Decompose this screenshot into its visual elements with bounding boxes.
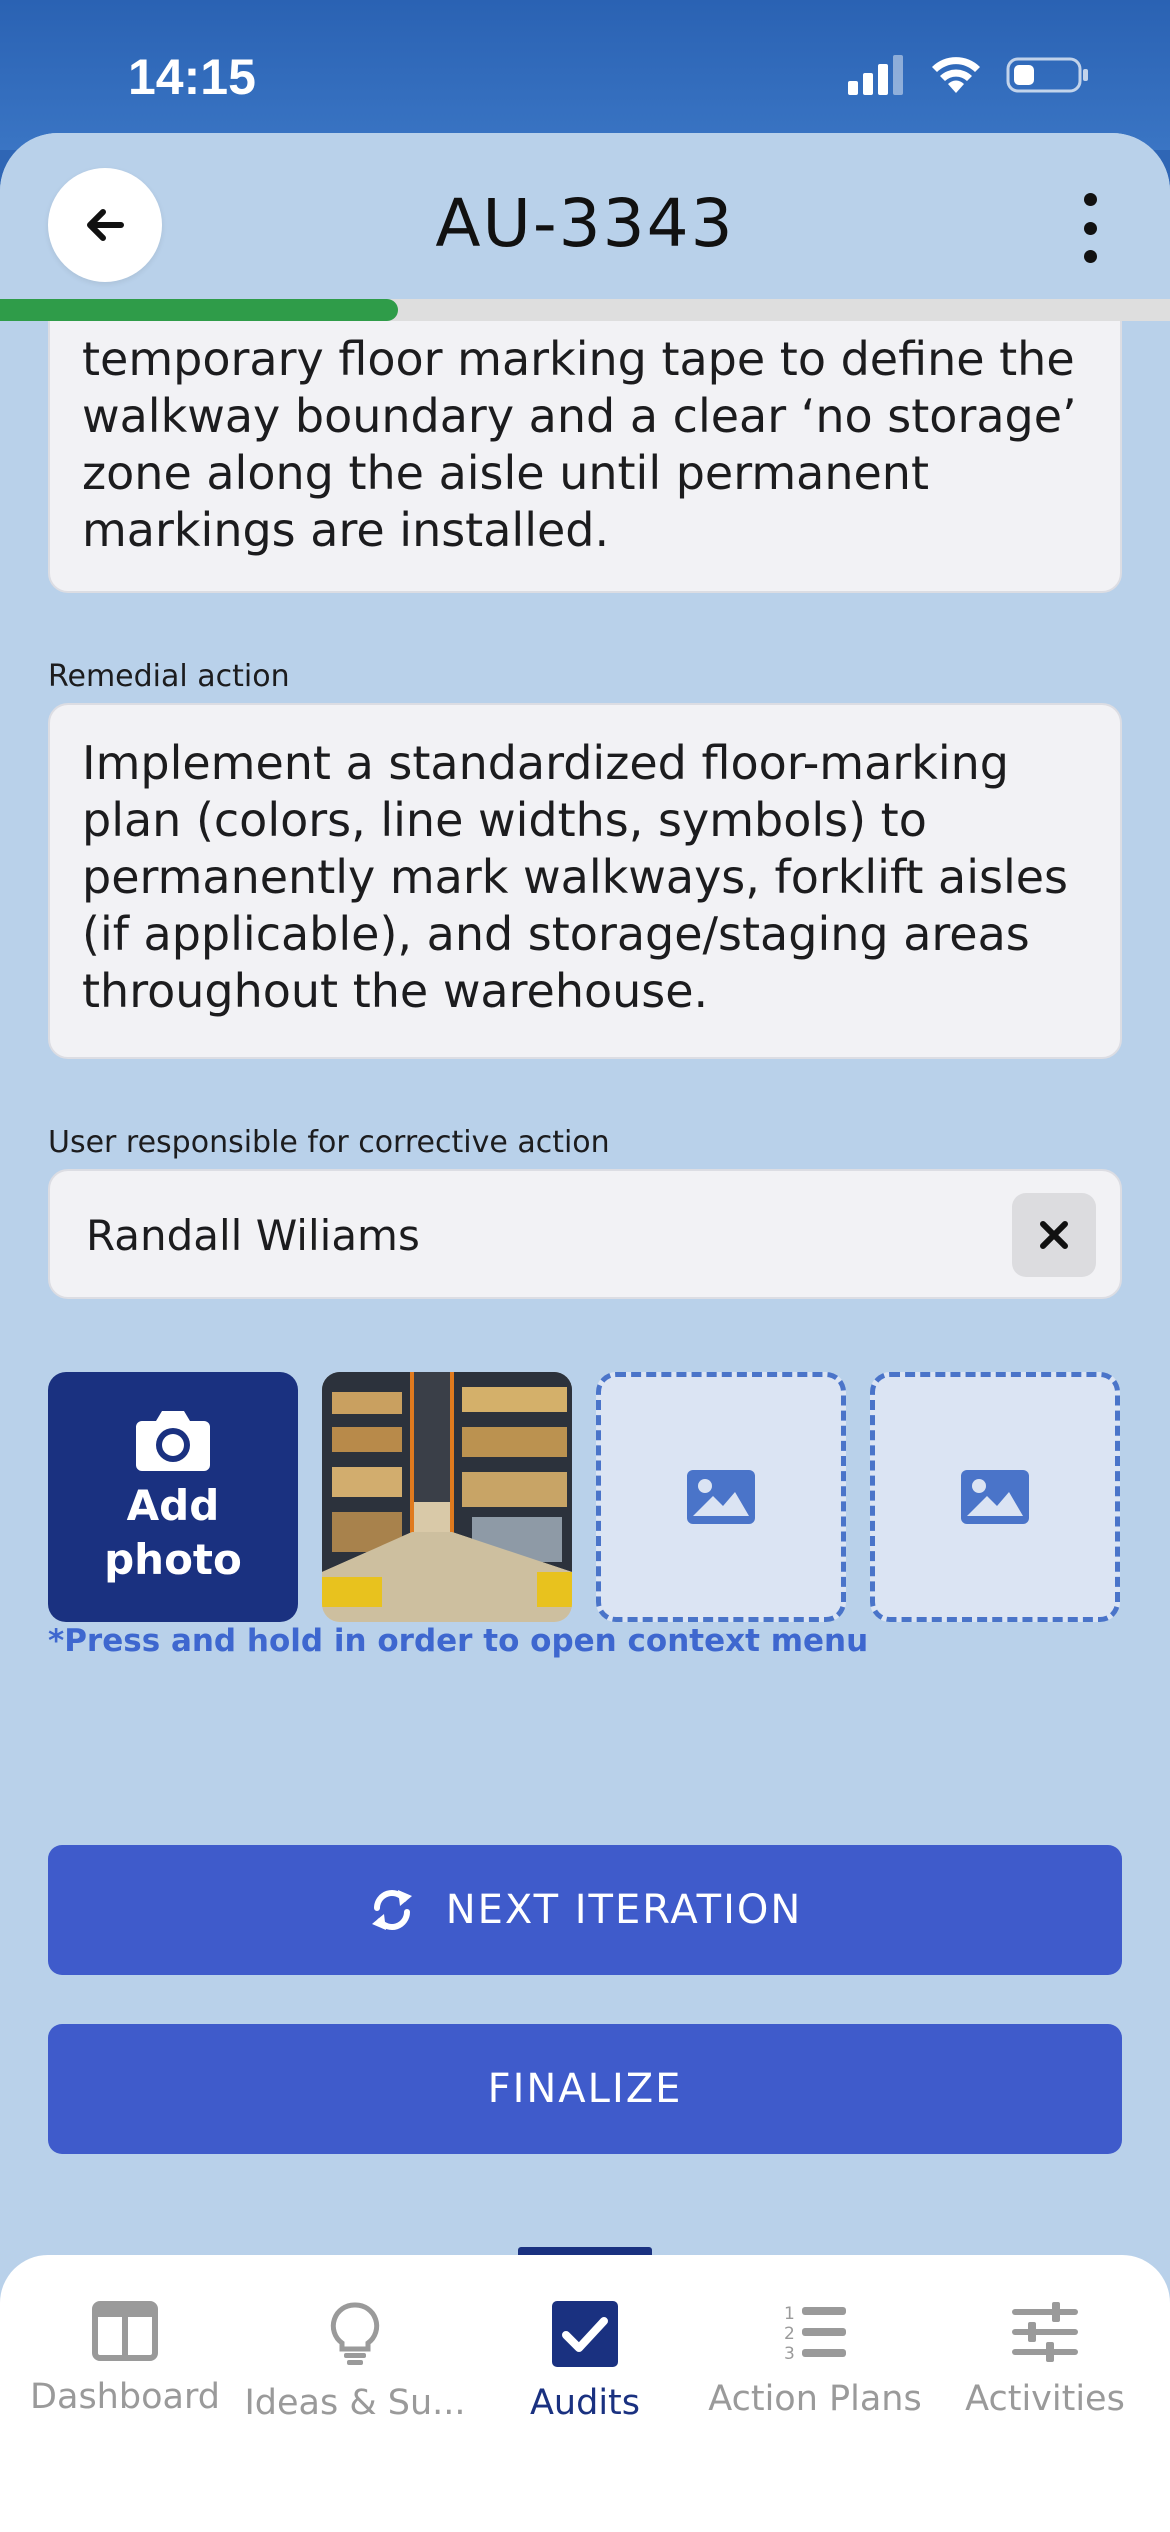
- page-title: AU-3343: [435, 185, 735, 262]
- photo-gallery: Add photo: [48, 1372, 1122, 1622]
- photo-thumbnail[interactable]: [322, 1372, 572, 1622]
- more-options-icon[interactable]: [1070, 193, 1110, 263]
- image-placeholder-icon: [687, 1470, 755, 1524]
- tab-label: Audits: [529, 2383, 641, 2423]
- svg-text:1: 1: [784, 2304, 795, 2324]
- status-bar: 14:15: [0, 0, 1170, 150]
- tab-label: Action Plans: [708, 2379, 922, 2419]
- tab-ideas-suggestions[interactable]: Ideas & Su...: [238, 2255, 472, 2455]
- responsible-user-label: User responsible for corrective action: [48, 1125, 610, 1160]
- finalize-label: FINALIZE: [487, 2066, 683, 2112]
- battery-icon: [1006, 57, 1088, 93]
- image-placeholder-icon: [961, 1470, 1029, 1524]
- observation-line: walkway boundary and a clear ‘no storage…: [82, 389, 1077, 443]
- tab-activities[interactable]: Activities: [928, 2255, 1162, 2455]
- numbered-list-icon: 1 2 3: [784, 2304, 846, 2363]
- cellular-signal-icon: [848, 55, 903, 95]
- observation-line: temporary floor marking tape to define t…: [82, 332, 1075, 386]
- main-sheet: temporary floor marking tape to define t…: [0, 133, 1170, 2532]
- responsible-user-field[interactable]: Randall Wiliams: [48, 1169, 1122, 1299]
- tab-action-plans[interactable]: 1 2 3 Action Plans: [698, 2255, 932, 2455]
- svg-text:3: 3: [784, 2344, 795, 2363]
- progress-fill: [0, 299, 398, 321]
- active-tab-indicator: [518, 2247, 652, 2255]
- tab-label: Ideas & Su...: [244, 2383, 466, 2423]
- tab-label: Activities: [965, 2379, 1125, 2419]
- app-header: AU-3343: [0, 133, 1170, 321]
- observation-line: zone along the aisle until permanent: [82, 446, 929, 500]
- finalize-button[interactable]: FINALIZE: [48, 2024, 1122, 2154]
- tab-audits[interactable]: Audits: [468, 2255, 702, 2455]
- empty-photo-slot[interactable]: [870, 1372, 1120, 1622]
- tab-dashboard[interactable]: Dashboard: [8, 2255, 242, 2455]
- clear-user-button[interactable]: [1012, 1193, 1096, 1277]
- responsible-user-value: Randall Wiliams: [86, 1211, 420, 1260]
- empty-photo-slot[interactable]: [596, 1372, 846, 1622]
- photo-hint: *Press and hold in order to open context…: [48, 1623, 869, 1659]
- sliders-icon: [1012, 2302, 1078, 2362]
- warehouse-photo: [322, 1372, 572, 1622]
- checkbox-icon: [552, 2301, 618, 2367]
- add-photo-button[interactable]: Add photo: [48, 1372, 298, 1622]
- progress-bar: [0, 299, 1170, 321]
- status-time: 14:15: [128, 49, 256, 105]
- tab-label: Dashboard: [30, 2377, 220, 2417]
- remedial-action-textarea[interactable]: Implement a standardized floor-marking p…: [48, 703, 1122, 1059]
- observation-line: markings are installed.: [82, 503, 610, 557]
- status-icons: [848, 55, 1090, 95]
- add-photo-label: Add photo: [104, 1481, 242, 1584]
- close-icon: [1040, 1221, 1068, 1249]
- observation-textarea[interactable]: temporary floor marking tape to define t…: [48, 273, 1122, 593]
- remedial-action-label: Remedial action: [48, 659, 290, 694]
- lightbulb-icon: [330, 2302, 380, 2365]
- bottom-tab-bar: Dashboard Ideas & Su... Audits 1 2 3 Act…: [0, 2247, 1170, 2532]
- wifi-icon: [932, 57, 980, 93]
- next-iteration-button[interactable]: NEXT ITERATION: [48, 1845, 1122, 1975]
- refresh-icon: [368, 1886, 416, 1934]
- next-iteration-label: NEXT ITERATION: [445, 1887, 803, 1933]
- svg-text:2: 2: [784, 2324, 795, 2344]
- dashboard-icon: [92, 2301, 158, 2361]
- camera-icon: [136, 1411, 210, 1471]
